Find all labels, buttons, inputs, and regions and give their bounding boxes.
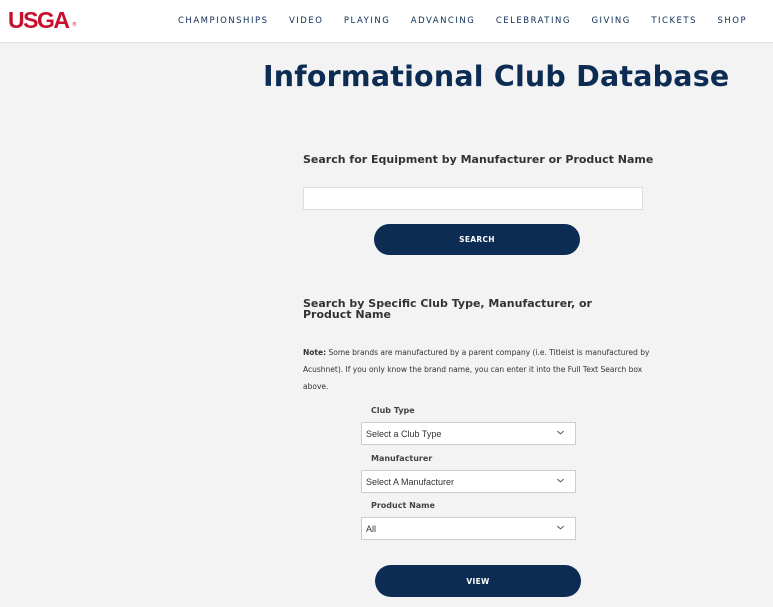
nav-item-shop[interactable]: SHOP — [717, 16, 747, 26]
chevron-down-icon — [557, 478, 564, 483]
nav-item-celebrating[interactable]: CELEBRATING — [496, 16, 571, 26]
full-text-search-heading: Search for Equipment by Manufacturer or … — [303, 153, 654, 166]
site-header: USGA ® CHAMPIONSHIPS VIDEO PLAYING ADVAN… — [0, 0, 773, 43]
view-button[interactable]: VIEW — [375, 565, 581, 597]
club-type-label: Club Type — [371, 406, 415, 415]
search-button[interactable]: SEARCH — [374, 224, 580, 255]
chevron-down-icon — [557, 430, 564, 435]
page-title: Informational Club Database — [263, 60, 730, 93]
product-name-label: Product Name — [371, 501, 435, 510]
product-name-selected: All — [366, 523, 377, 534]
club-type-select[interactable]: Select a Club Type — [361, 422, 576, 445]
brand-note: Note: Some brands are manufactured by a … — [303, 344, 653, 395]
club-type-selected: Select a Club Type — [366, 428, 442, 439]
manufacturer-selected: Select A Manufacturer — [366, 476, 455, 487]
nav-item-playing[interactable]: PLAYING — [344, 16, 390, 26]
product-name-select[interactable]: All — [361, 517, 576, 540]
nav-item-championships[interactable]: CHAMPIONSHIPS — [178, 16, 268, 26]
full-text-search-input[interactable] — [303, 187, 643, 210]
nav-item-tickets[interactable]: TICKETS — [651, 16, 697, 26]
note-label: Note: — [303, 348, 327, 357]
nav-item-advancing[interactable]: ADVANCING — [411, 16, 476, 26]
note-text: Some brands are manufactured by a parent… — [303, 348, 650, 391]
specific-search-heading: Search by Specific Club Type, Manufactur… — [303, 297, 592, 321]
usga-logo[interactable]: USGA — [8, 7, 70, 33]
nav-item-giving[interactable]: GIVING — [591, 16, 630, 26]
registered-mark: ® — [72, 22, 77, 28]
nav-item-video[interactable]: VIDEO — [289, 16, 323, 26]
chevron-down-icon — [557, 525, 564, 530]
manufacturer-select[interactable]: Select A Manufacturer — [361, 470, 576, 493]
manufacturer-label: Manufacturer — [371, 454, 433, 463]
main-nav: CHAMPIONSHIPS VIDEO PLAYING ADVANCING CE… — [178, 14, 773, 28]
